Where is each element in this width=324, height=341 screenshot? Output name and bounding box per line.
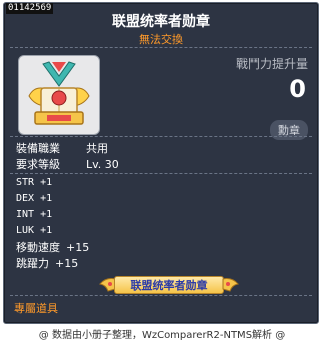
stat-key: LUK: [16, 225, 35, 236]
requirement-key: 裝備職業: [16, 142, 60, 155]
divider: [10, 173, 312, 175]
stat-value: +15: [66, 241, 90, 254]
stat-row: 移動速度 +15: [16, 239, 89, 255]
stat-key: INT: [16, 209, 35, 220]
stat-row: LUK +1: [16, 225, 52, 236]
exclusive-item-label: 專屬道具: [14, 302, 58, 315]
requirement-key: 要求等級: [16, 158, 60, 171]
stat-row: INT +1: [16, 209, 52, 220]
trade-status: 無法交換: [139, 33, 183, 46]
stat-value: +1: [40, 193, 53, 204]
requirement-value: 共用: [86, 142, 108, 155]
divider: [10, 47, 312, 49]
stat-key: 跳躍力: [16, 257, 49, 270]
stat-value: +1: [40, 225, 53, 236]
medal-icon: [28, 61, 90, 125]
divider: [10, 136, 312, 138]
footer-credit: @ 数据由小册子整理，WzComparerR2-NTMS解析 @: [38, 330, 286, 341]
combat-power-value: 0: [289, 75, 306, 103]
combat-power-label: 戰鬥力提升量: [235, 57, 308, 71]
stat-row: 跳躍力 +15: [16, 255, 78, 271]
stat-value: +1: [40, 177, 53, 188]
stat-value: +15: [55, 257, 79, 270]
stat-value: +1: [40, 209, 53, 220]
requirement-row: 要求等級 Lv. 30: [16, 156, 119, 172]
requirement-row: 裝備職業 共用: [16, 140, 108, 156]
stat-key: DEX: [16, 193, 35, 204]
stat-row: STR +1: [16, 177, 52, 188]
stat-key: STR: [16, 177, 35, 188]
item-tooltip: 01142569 联盟统率者勋章 無法交換 戰鬥力提升量 0 勳章 裝備職業 共用…: [3, 2, 319, 324]
item-name: 联盟统率者勋章: [112, 14, 210, 30]
medal-banner: 联盟统率者勋章: [98, 275, 240, 294]
divider: [10, 295, 312, 297]
stat-key: 移動速度: [16, 241, 60, 254]
right-wing-icon: [222, 278, 239, 292]
requirement-value: Lv. 30: [86, 158, 119, 171]
medal-banner-text: 联盟统率者勋章: [130, 279, 208, 292]
item-icon-frame: [18, 55, 100, 135]
stat-row: DEX +1: [16, 193, 52, 204]
